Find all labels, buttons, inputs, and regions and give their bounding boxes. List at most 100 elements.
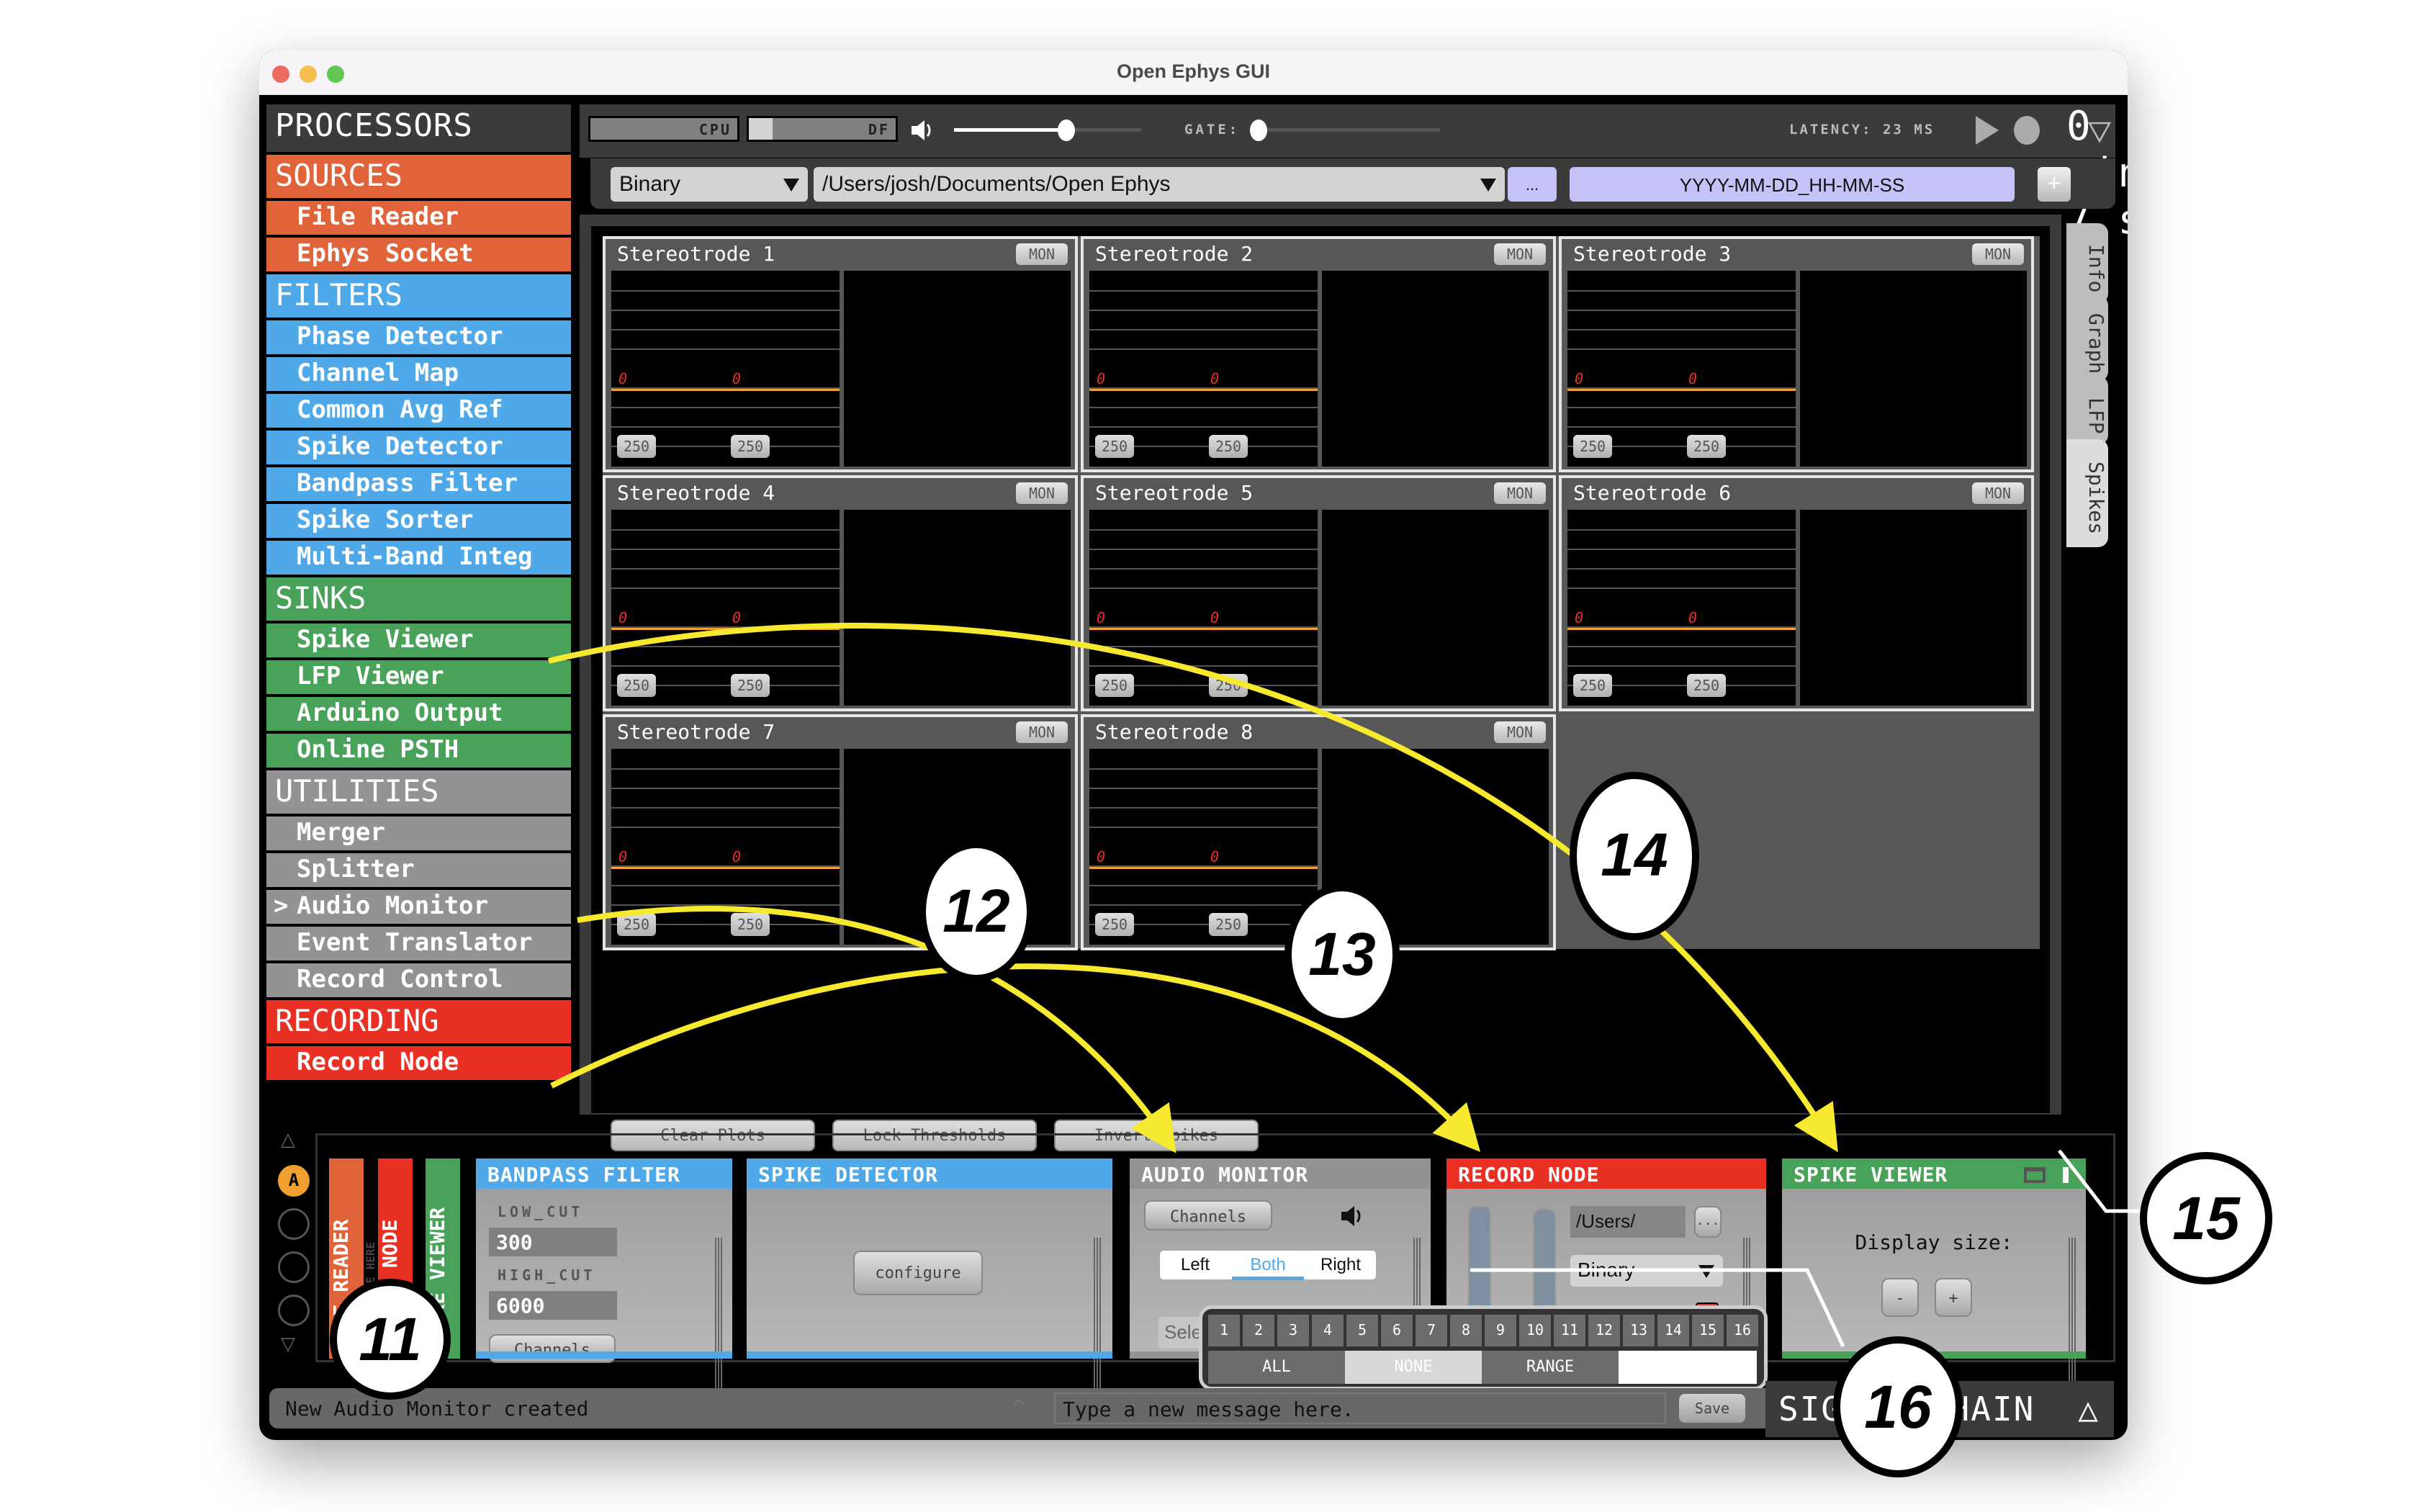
scale-button[interactable]: 250 [1095, 674, 1134, 697]
scale-button[interactable]: 250 [1095, 913, 1134, 936]
processor-list-header[interactable]: PROCESSORS [266, 104, 571, 152]
drag-handle[interactable] [2069, 1238, 2076, 1399]
filename-pattern-field[interactable]: YYYY-MM-DD_HH-MM-SS [1570, 167, 2015, 202]
monitor-button[interactable]: MON [1972, 482, 2024, 504]
record-engine-select[interactable]: Binary [611, 167, 808, 202]
signal-chain-slot[interactable] [278, 1251, 310, 1283]
category-recording[interactable]: RECORDING [266, 1000, 571, 1043]
processor-item-file-reader[interactable]: File Reader [266, 201, 571, 235]
triangle-down-icon[interactable] [2088, 121, 2111, 143]
processor-item-splitter[interactable]: Splitter [266, 853, 571, 887]
channel-button[interactable]: 4 [1312, 1315, 1344, 1346]
tab-info[interactable]: Info [2066, 223, 2108, 304]
channel-button[interactable]: 11 [1554, 1315, 1585, 1346]
speaker-icon[interactable] [1338, 1203, 1367, 1229]
record-node-engine-select[interactable]: Binary [1570, 1255, 1723, 1287]
processor-item-spike-viewer[interactable]: Spike Viewer [266, 624, 571, 657]
waveform-axes[interactable]: 0 250 0 250 [1567, 271, 1798, 467]
monitor-button[interactable]: MON [1494, 243, 1546, 265]
speaker-icon[interactable] [907, 116, 936, 145]
play-icon[interactable] [1973, 114, 2002, 146]
channel-button[interactable]: 10 [1519, 1315, 1551, 1346]
channel-button[interactable]: 2 [1243, 1315, 1274, 1346]
category-filters[interactable]: FILTERS [266, 274, 571, 318]
scroll-up-arrow[interactable]: △ [281, 1129, 295, 1151]
tab-graph[interactable]: Graph [2066, 295, 2108, 382]
processor-item-audio-monitor[interactable]: > Audio Monitor [266, 890, 571, 924]
category-sinks[interactable]: SINKS [266, 577, 571, 621]
browse-directory-button[interactable]: ... [1508, 167, 1557, 202]
processor-item-merger[interactable]: Merger [266, 816, 571, 850]
expand-messages-icon[interactable]: ^ [1011, 1397, 1027, 1418]
monitor-button[interactable]: MON [1972, 243, 2024, 265]
record-node-title[interactable]: RECORD NODE [1446, 1158, 1766, 1189]
waveform-axes[interactable]: 0 250 0 250 [1089, 271, 1320, 467]
message-input[interactable]: Type a new message here. [1054, 1392, 1666, 1424]
processor-item-bandpass-filter[interactable]: Bandpass Filter [266, 467, 571, 501]
mode-left[interactable]: Left [1160, 1255, 1230, 1275]
scale-button[interactable]: 250 [1209, 435, 1248, 458]
projection-axes[interactable] [1322, 271, 1549, 467]
monitor-button[interactable]: MON [1016, 721, 1068, 743]
volume-slider-knob[interactable] [1058, 120, 1075, 141]
signal-chain-slot[interactable] [278, 1295, 310, 1326]
projection-axes[interactable] [844, 271, 1071, 467]
scale-button[interactable]: 250 [1095, 435, 1134, 458]
processor-item-ephys-socket[interactable]: Ephys Socket [266, 238, 571, 271]
bandpass-channels-button[interactable]: Channels [489, 1334, 616, 1363]
projection-axes[interactable] [1800, 271, 2027, 467]
record-icon[interactable] [2012, 114, 2041, 146]
projection-axes[interactable] [1800, 510, 2027, 706]
channel-range-input[interactable] [1619, 1351, 1757, 1384]
channel-button[interactable]: 1 [1208, 1315, 1240, 1346]
drag-handle[interactable] [715, 1238, 722, 1399]
open-tab-icon[interactable] [2063, 1167, 2069, 1183]
scale-button[interactable]: 250 [1573, 674, 1612, 697]
channel-button[interactable]: 13 [1623, 1315, 1655, 1346]
processor-item-spike-sorter[interactable]: Spike Sorter [266, 504, 571, 538]
processor-item-spike-detector[interactable]: Spike Detector [266, 431, 571, 464]
tab-spikes[interactable]: Spikes [2066, 439, 2108, 547]
scale-button[interactable]: 250 [617, 674, 656, 697]
scale-button[interactable]: 250 [617, 913, 656, 936]
configure-button[interactable]: configure [853, 1251, 983, 1295]
scale-button[interactable]: 250 [1687, 435, 1726, 458]
audio-monitor-title[interactable]: AUDIO MONITOR [1130, 1158, 1431, 1189]
scale-button[interactable]: 250 [1209, 913, 1248, 936]
scale-button[interactable]: 250 [617, 435, 656, 458]
gate-slider[interactable] [1253, 128, 1440, 132]
channel-button[interactable]: 14 [1657, 1315, 1689, 1346]
waveform-axes[interactable]: 0 250 0 250 [1567, 510, 1798, 706]
select-range-button[interactable]: RANGE [1482, 1351, 1619, 1384]
waveform-axes[interactable]: 0 250 0 250 [611, 749, 842, 945]
projection-axes[interactable] [844, 510, 1071, 706]
channel-button[interactable]: 12 [1588, 1315, 1620, 1346]
spike-detector-title[interactable]: SPIKE DETECTOR [747, 1158, 1112, 1189]
select-none-channels-button[interactable]: NONE [1345, 1351, 1482, 1384]
processor-item-record-control[interactable]: Record Control [266, 963, 571, 997]
drag-handle[interactable] [1094, 1238, 1101, 1399]
select-all-channels-button[interactable]: ALL [1208, 1351, 1345, 1384]
high-cut-input[interactable]: 6000 [489, 1291, 617, 1320]
scale-button[interactable]: 250 [1573, 435, 1612, 458]
display-size-increase-button[interactable]: + [1935, 1278, 1972, 1317]
processor-item-record-node[interactable]: Record Node [266, 1046, 571, 1080]
signal-chain-slot-a[interactable]: A [278, 1165, 310, 1197]
record-node-browse-button[interactable]: ... [1694, 1206, 1722, 1238]
monitor-button[interactable]: MON [1016, 482, 1068, 504]
record-node-directory[interactable]: /Users/ [1570, 1206, 1686, 1238]
processor-item-multi-band-integ[interactable]: Multi-Band Integ [266, 541, 571, 575]
waveform-axes[interactable]: 0 250 0 250 [1089, 510, 1320, 706]
projection-axes[interactable] [1322, 510, 1549, 706]
record-directory-select[interactable]: /Users/josh/Documents/Open Ephys [814, 167, 1505, 202]
waveform-axes[interactable]: 0 250 0 250 [611, 510, 842, 706]
processor-item-phase-detector[interactable]: Phase Detector [266, 320, 571, 354]
save-message-button[interactable]: Save [1679, 1394, 1745, 1423]
open-window-icon[interactable] [2024, 1167, 2046, 1183]
monitor-button[interactable]: MON [1016, 243, 1068, 265]
channel-button[interactable]: 16 [1727, 1315, 1758, 1346]
channel-button[interactable]: 15 [1692, 1315, 1724, 1346]
waveform-axes[interactable]: 0 250 0 250 [1089, 749, 1320, 945]
processor-item-event-translator[interactable]: Event Translator [266, 927, 571, 960]
scale-button[interactable]: 250 [731, 913, 770, 936]
